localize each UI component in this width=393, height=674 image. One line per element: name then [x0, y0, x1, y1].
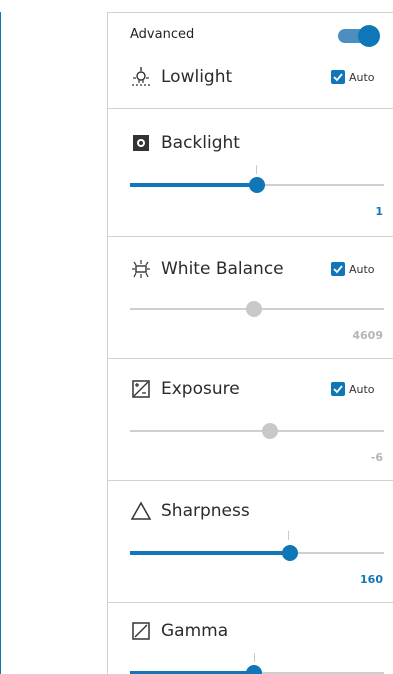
white-balance-slider[interactable]: [130, 299, 384, 319]
gamma-slider[interactable]: [130, 663, 384, 674]
sharpness-slider[interactable]: [130, 543, 384, 563]
settings-panel: Advanced Lowlight Auto Backlight 1 White…: [108, 12, 393, 674]
lowlight-auto-checkbox[interactable]: Auto: [331, 67, 375, 87]
advanced-toggle[interactable]: [338, 25, 382, 47]
gamma-header: Gamma: [130, 617, 228, 645]
white-balance-title: White Balance: [161, 259, 284, 279]
slider-thumb[interactable]: [249, 177, 265, 193]
backlight-value: 1: [375, 205, 383, 218]
exposure-auto-checkbox[interactable]: Auto: [331, 379, 375, 399]
slider-rail: [130, 430, 384, 432]
lowlight-title: Lowlight: [161, 67, 233, 87]
sharpness-icon: [130, 500, 152, 522]
section-exposure: Exposure Auto -6: [108, 359, 393, 481]
backlight-default-mark: [256, 165, 257, 174]
section-gamma: Gamma: [108, 603, 393, 674]
check-icon: [331, 382, 345, 396]
backlight-slider[interactable]: [130, 175, 384, 195]
gamma-title: Gamma: [161, 621, 229, 641]
white-balance-value: 4609: [352, 329, 383, 342]
backlight-header: Backlight: [130, 129, 240, 157]
white-balance-auto-checkbox[interactable]: Auto: [331, 259, 375, 279]
backlight-icon: [130, 132, 152, 154]
check-icon: [331, 262, 345, 276]
lowlight-header: Lowlight: [130, 63, 232, 91]
lowlight-auto-label: Auto: [349, 70, 375, 84]
white-balance-icon: [130, 258, 152, 280]
backlight-title: Backlight: [161, 133, 240, 153]
slider-thumb[interactable]: [246, 665, 262, 674]
exposure-icon: [130, 378, 152, 400]
slider-thumb[interactable]: [282, 545, 298, 561]
slider-fill: [130, 551, 290, 555]
advanced-label: Advanced: [130, 27, 195, 42]
section-backlight: Backlight 1: [108, 109, 393, 237]
sharpness-title: Sharpness: [161, 501, 250, 521]
slider-thumb[interactable]: [246, 301, 262, 317]
sharpness-header: Sharpness: [130, 497, 250, 525]
white-balance-auto-label: Auto: [349, 262, 375, 276]
sharpness-default-mark: [288, 531, 289, 540]
left-panel: [0, 12, 108, 674]
gamma-default-mark: [254, 653, 255, 662]
exposure-auto-label: Auto: [349, 382, 375, 396]
camera-settings-screen: Advanced Lowlight Auto Backlight 1 White…: [0, 0, 393, 674]
section-white-balance: White Balance Auto 4609: [108, 237, 393, 359]
section-advanced-lowlight: Advanced Lowlight Auto: [108, 13, 393, 109]
gamma-icon: [130, 620, 152, 642]
slider-fill: [130, 183, 257, 187]
check-icon: [331, 70, 345, 84]
lightbulb-icon: [130, 66, 152, 88]
exposure-title: Exposure: [161, 379, 240, 399]
toggle-knob: [358, 25, 380, 47]
sharpness-value: 160: [360, 573, 383, 586]
white-balance-header: White Balance: [130, 255, 284, 283]
section-sharpness: Sharpness 160: [108, 481, 393, 603]
exposure-slider[interactable]: [130, 421, 384, 441]
exposure-value: -6: [370, 451, 383, 464]
exposure-header: Exposure: [130, 375, 240, 403]
slider-thumb[interactable]: [262, 423, 278, 439]
